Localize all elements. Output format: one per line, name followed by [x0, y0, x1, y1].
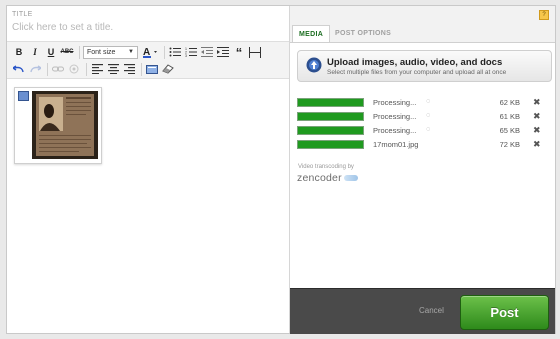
- media-panel: ? MEDIA POST OPTIONS Upload images, audi…: [290, 6, 555, 334]
- tab-post-options[interactable]: POST OPTIONS: [329, 25, 397, 42]
- remove-file-icon[interactable]: ✖: [533, 125, 541, 136]
- spinner-icon: ◌: [426, 98, 431, 105]
- upload-progress-bar: [297, 140, 364, 149]
- toolbar-divider: [164, 45, 165, 59]
- align-center-icon[interactable]: [106, 62, 120, 76]
- zencoder-logo: zencoder: [297, 172, 358, 184]
- spinner-icon: ◌: [426, 112, 431, 119]
- indent-icon[interactable]: [216, 45, 230, 59]
- upload-globe-icon: [306, 57, 322, 73]
- newspaper-photo: [32, 91, 98, 159]
- link-icon[interactable]: [51, 62, 65, 76]
- file-name: Processing...: [373, 112, 417, 121]
- image-icon: [18, 91, 29, 101]
- progress-fill: [298, 127, 363, 134]
- title-label: TITLE: [12, 11, 33, 18]
- tab-media[interactable]: MEDIA: [292, 25, 331, 42]
- upload-row: 17mom01.jpg 72 KB ✖: [297, 139, 547, 151]
- redo-icon[interactable]: [28, 62, 42, 76]
- progress-fill: [298, 113, 363, 120]
- italic-icon[interactable]: I: [28, 45, 42, 59]
- toolbar-divider: [47, 62, 48, 76]
- file-name: 17mom01.jpg: [373, 140, 419, 149]
- remove-file-icon[interactable]: ✖: [533, 139, 541, 150]
- align-left-icon[interactable]: [90, 62, 104, 76]
- media-content: Upload images, audio, video, and docs Se…: [290, 42, 555, 289]
- strikethrough-icon[interactable]: ABC: [60, 45, 74, 59]
- svg-text:3: 3: [185, 54, 187, 57]
- file-size: 65 KB: [499, 126, 520, 135]
- numbered-list-icon[interactable]: 123: [184, 45, 198, 59]
- remove-file-icon[interactable]: ✖: [533, 97, 541, 108]
- toolbar-divider: [141, 62, 142, 76]
- file-name: Processing...: [373, 126, 417, 135]
- zencoder-brand: zencoder: [297, 172, 342, 184]
- transcoding-label: Video transcoding by: [298, 164, 354, 170]
- underline-icon[interactable]: U: [44, 45, 58, 59]
- editor-pane: TITLE Click here to set a title. B I U A…: [7, 6, 290, 333]
- file-size: 72 KB: [499, 140, 520, 149]
- undo-icon[interactable]: [12, 62, 26, 76]
- spinner-icon: ◌: [426, 126, 431, 133]
- formatting-toolbar: B I U ABC Font size ▼ A 123 “: [7, 41, 289, 79]
- insert-media-icon[interactable]: [145, 62, 159, 76]
- upload-subtitle: Select multiple files from your computer…: [327, 69, 507, 76]
- upload-title: Upload images, audio, video, and docs: [327, 57, 503, 68]
- text-color-icon[interactable]: A: [141, 45, 159, 59]
- toolbar-divider: [86, 62, 87, 76]
- post-editor-window: TITLE Click here to set a title. B I U A…: [6, 5, 556, 334]
- toolbar-divider: [79, 45, 80, 59]
- chevron-down-icon: ▼: [128, 49, 134, 55]
- unlink-icon[interactable]: [67, 62, 81, 76]
- upload-progress-bar: [297, 126, 364, 135]
- file-size: 62 KB: [499, 98, 520, 107]
- remove-file-icon[interactable]: ✖: [533, 111, 541, 122]
- embedded-image-thumbnail[interactable]: [14, 87, 102, 164]
- help-icon[interactable]: ?: [539, 10, 549, 20]
- bold-icon[interactable]: B: [12, 45, 26, 59]
- bullet-list-icon[interactable]: [168, 45, 182, 59]
- upload-button[interactable]: Upload images, audio, video, and docs Se…: [297, 50, 552, 82]
- action-footer: Cancel Post: [290, 288, 555, 334]
- cancel-button[interactable]: Cancel: [419, 306, 444, 315]
- post-button[interactable]: Post: [460, 295, 549, 330]
- file-size: 61 KB: [499, 112, 520, 121]
- progress-fill: [298, 141, 363, 148]
- upload-progress-bar: [297, 112, 364, 121]
- align-right-icon[interactable]: [122, 62, 136, 76]
- font-size-select[interactable]: Font size ▼: [83, 45, 138, 59]
- upload-row: Processing... ◌ 61 KB ✖: [297, 111, 547, 123]
- outdent-icon[interactable]: [200, 45, 214, 59]
- blockquote-icon[interactable]: “: [232, 45, 246, 60]
- font-size-label: Font size: [87, 48, 116, 56]
- horizontal-rule-icon[interactable]: [248, 45, 262, 59]
- upload-row: Processing... ◌ 65 KB ✖: [297, 125, 547, 137]
- media-header: ? MEDIA POST OPTIONS: [290, 6, 555, 42]
- eraser-icon[interactable]: [161, 62, 175, 76]
- file-name: Processing...: [373, 98, 417, 107]
- title-input[interactable]: Click here to set a title.: [12, 22, 113, 33]
- upload-row: Processing... ◌ 62 KB ✖: [297, 97, 547, 109]
- upload-progress-bar: [297, 98, 364, 107]
- progress-fill: [298, 99, 363, 106]
- zencoder-mark-icon: [343, 175, 358, 182]
